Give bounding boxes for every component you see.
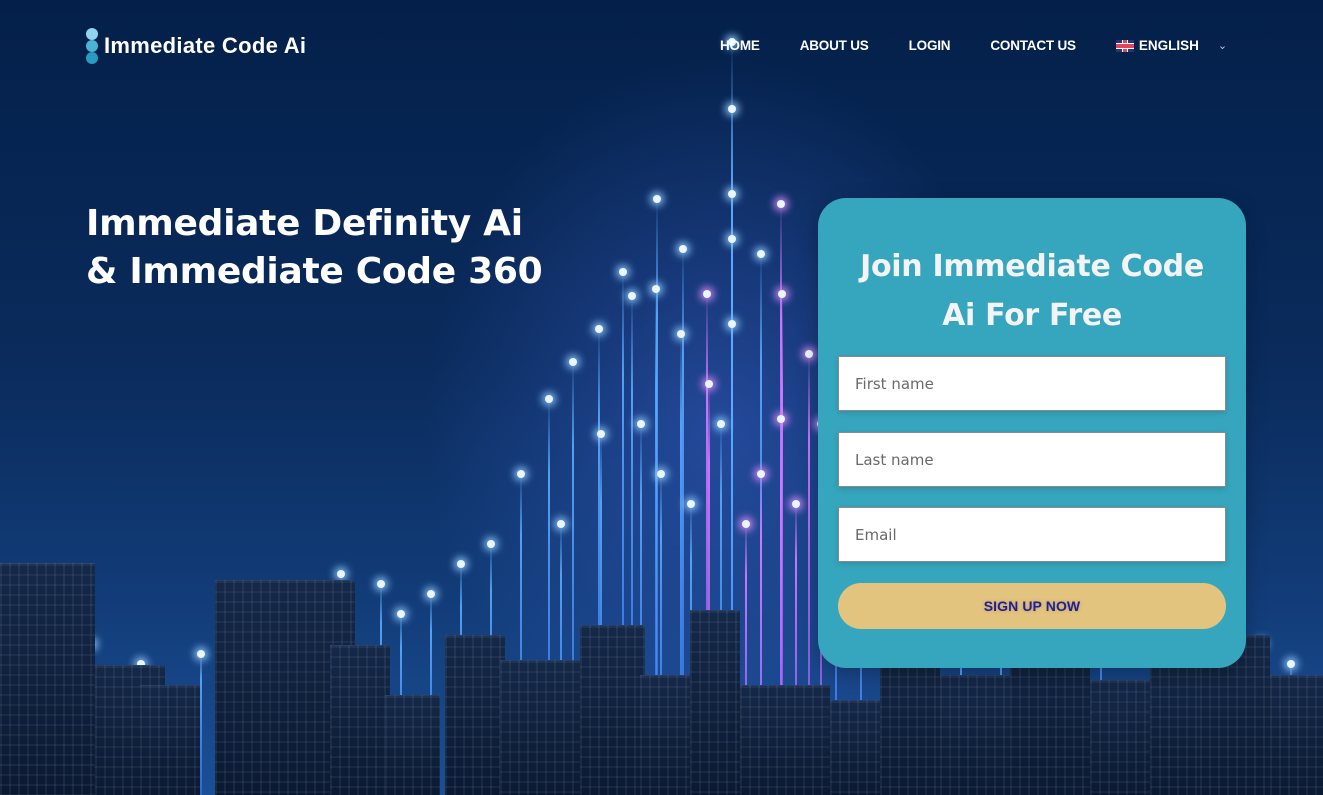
headline-line-2: & Immediate Code 360 — [86, 251, 543, 292]
building — [740, 685, 830, 795]
building — [940, 675, 1010, 795]
building — [445, 635, 505, 795]
building — [1270, 675, 1323, 795]
logo[interactable]: Immediate Code Ai — [86, 28, 306, 64]
signup-form: Join Immediate Code Ai For Free SIGN UP … — [818, 198, 1246, 668]
sign-up-button[interactable]: SIGN UP NOW — [838, 583, 1226, 629]
nav-about-us[interactable]: ABOUT US — [800, 38, 869, 53]
main-nav: HOME ABOUT US LOGIN CONTACT US ENGLISH ⌄ — [720, 38, 1227, 53]
form-title: Join Immediate Code Ai For Free — [818, 242, 1246, 340]
logo-text: Immediate Code Ai — [104, 33, 307, 58]
building — [690, 610, 740, 795]
form-title-line-1: Join Immediate Code — [860, 249, 1204, 284]
nav-contact-us[interactable]: CONTACT US — [990, 38, 1076, 53]
hero-headline: Immediate Definity Ai & Immediate Code 3… — [86, 200, 566, 296]
building — [140, 685, 200, 795]
email-input[interactable] — [838, 507, 1226, 562]
nav-login[interactable]: LOGIN — [909, 38, 951, 53]
building — [500, 660, 580, 795]
building — [0, 563, 95, 795]
building — [1090, 680, 1150, 795]
building — [580, 625, 645, 795]
first-name-input[interactable] — [838, 356, 1226, 411]
logo-icon — [86, 28, 98, 64]
headline-line-1: Immediate Definity Ai — [86, 203, 523, 244]
building — [385, 695, 440, 795]
last-name-input[interactable] — [838, 432, 1226, 487]
language-label: ENGLISH — [1138, 38, 1199, 53]
nav-home[interactable]: HOME — [720, 38, 760, 53]
language-selector[interactable]: ENGLISH ⌄ — [1115, 38, 1228, 53]
chevron-down-icon: ⌄ — [1217, 40, 1228, 52]
site-header: Immediate Code Ai HOME ABOUT US LOGIN CO… — [0, 0, 1323, 92]
uk-flag-icon — [1115, 39, 1134, 52]
building — [330, 645, 390, 795]
form-title-line-2: Ai For Free — [942, 298, 1122, 333]
